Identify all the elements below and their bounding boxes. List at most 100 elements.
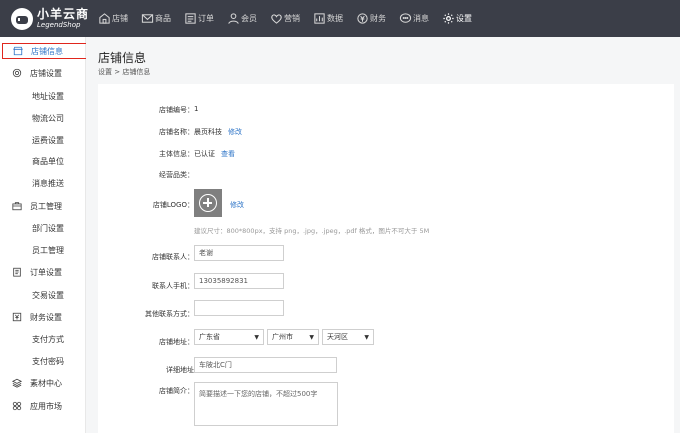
nav-goods-label: 商品 (155, 14, 171, 23)
gear-icon (12, 68, 22, 78)
document-icon (185, 13, 196, 24)
nav-settings-label: 设置 (456, 14, 472, 23)
category-label: 经营品类： (159, 171, 194, 179)
sidebar-item-label: 素材中心 (30, 378, 62, 388)
sidebar-item-label: 商品单位 (32, 156, 64, 166)
shop-icon (13, 46, 23, 56)
sidebar: 店铺信息 店铺设置 地址设置 物流公司 运费设置 商品单位 消息推送 员工管理 … (0, 37, 88, 433)
sidebar-item-label: 员工管理 (30, 201, 62, 211)
chart-icon (314, 13, 325, 24)
breadcrumb: 设置 > 店铺信息 (98, 68, 151, 76)
detail-address-label: 详细地址 (166, 366, 194, 374)
sheep-logo-icon (11, 7, 33, 30)
nav-finance-label: 财务 (370, 14, 386, 23)
sidebar-item-label: 财务设置 (30, 312, 62, 322)
top-navbar: 小羊云商 LegendShop 店铺 商品 订单 会员 营销 数据 财务 消息 … (0, 0, 680, 37)
view-subject-link[interactable]: 查看 (221, 150, 235, 158)
shop-no-value: 1 (194, 105, 199, 113)
city-select[interactable]: 广州市 ▼ (267, 329, 319, 345)
user-icon (228, 13, 239, 24)
sidebar-item-label: 地址设置 (32, 91, 64, 101)
yen-icon (12, 312, 22, 322)
sidebar-item-label: 运费设置 (32, 135, 64, 145)
apps-icon (12, 401, 22, 411)
subject-label: 主体信息： (159, 150, 194, 158)
district-value: 天河区 (327, 333, 348, 341)
nav-goods[interactable]: 商品 (141, 0, 171, 37)
sidebar-item-payment-methods[interactable]: 支付方式 (0, 331, 86, 347)
sidebar-item-label: 订单设置 (30, 267, 62, 277)
sidebar-item-payment-password[interactable]: 支付密码 (0, 353, 86, 369)
logo-hint: 建议尺寸：800*800px，支持 png，.jpg，.jpeg，.pdf 格式… (194, 227, 430, 235)
city-value: 广州市 (272, 333, 293, 341)
address-label: 店铺地址： (159, 338, 194, 346)
shop-icon (99, 13, 110, 24)
sidebar-item-label: 支付密码 (32, 356, 64, 366)
nav-finance[interactable]: 财务 (356, 0, 386, 37)
sidebar-item-label: 交易设置 (32, 290, 64, 300)
sidebar-group-finance[interactable]: 财务设置 (0, 309, 86, 325)
sidebar-item-label: 店铺信息 (31, 46, 63, 56)
sidebar-item-address[interactable]: 地址设置 (0, 88, 86, 104)
district-select[interactable]: 天河区 ▼ (322, 329, 374, 345)
sidebar-item-staff[interactable]: 员工管理 (0, 242, 86, 258)
mail-icon (141, 14, 154, 23)
nav-messages[interactable]: 消息 (399, 0, 429, 37)
subject-value: 已认证 (194, 150, 215, 158)
brand-logo[interactable]: 小羊云商 LegendShop (0, 7, 98, 30)
shop-info-form: 店铺编号： 1 店铺名称： 晨页科技 修改 主体信息： 已认证 查看 经营品类： 店… (98, 84, 674, 433)
shop-no-label: 店铺编号： (159, 106, 194, 114)
nav-marketing-label: 营销 (284, 14, 300, 23)
sidebar-item-label: 支付方式 (32, 334, 64, 344)
chat-icon (399, 13, 412, 23)
sidebar-item-units[interactable]: 商品单位 (0, 153, 86, 169)
sidebar-item-trade[interactable]: 交易设置 (0, 287, 86, 303)
sidebar-group-staff[interactable]: 员工管理 (0, 198, 86, 214)
chevron-down-icon: ▼ (364, 333, 369, 341)
sidebar-group-orders[interactable]: 订单设置 (0, 264, 86, 280)
other-contact-input[interactable] (194, 300, 284, 316)
chevron-down-icon: ▼ (254, 333, 259, 341)
sidebar-item-label: 消息推送 (32, 178, 64, 188)
sidebar-item-departments[interactable]: 部门设置 (0, 220, 86, 236)
subject-row: 已认证 查看 (194, 149, 235, 159)
logo-upload-button[interactable] (194, 189, 222, 217)
sidebar-item-push[interactable]: 消息推送 (0, 175, 86, 191)
province-select[interactable]: 广东省 ▼ (194, 329, 264, 345)
sidebar-item-label: 部门设置 (32, 223, 64, 233)
contact-input[interactable]: 老谢 (194, 245, 284, 261)
sidebar-item-label: 物流公司 (32, 113, 64, 123)
nav-members[interactable]: 会员 (227, 0, 257, 37)
phone-label: 联系人手机： (152, 282, 194, 290)
sidebar-item-shop-info[interactable]: 店铺信息 (2, 43, 88, 59)
nav-marketing[interactable]: 营销 (270, 0, 300, 37)
main-nav: 店铺 商品 订单 会员 营销 数据 财务 消息 设置 (98, 0, 485, 37)
sidebar-group-materials[interactable]: 素材中心 (0, 375, 86, 391)
sidebar-item-freight[interactable]: 运费设置 (0, 132, 86, 148)
nav-data[interactable]: 数据 (313, 0, 343, 37)
sidebar-group-shop-settings[interactable]: 店铺设置 (0, 65, 86, 81)
gear-icon (443, 13, 454, 24)
nav-members-label: 会员 (241, 14, 257, 23)
province-value: 广东省 (199, 333, 220, 341)
detail-address-input[interactable]: 车陂北C门 (194, 357, 337, 373)
intro-textarea[interactable]: 简要描述一下您的店铺，不超过500字 (194, 382, 338, 426)
nav-shop-label: 店铺 (112, 14, 128, 23)
shop-name-value: 晨页科技 (194, 128, 222, 136)
chevron-down-icon: ▼ (309, 333, 314, 341)
edit-logo-link[interactable]: 修改 (230, 200, 244, 210)
brand-name-en: LegendShop (37, 21, 81, 29)
edit-shop-name-link[interactable]: 修改 (228, 128, 242, 136)
nav-settings[interactable]: 设置 (442, 0, 472, 37)
sidebar-item-label: 店铺设置 (30, 68, 62, 78)
nav-orders[interactable]: 订单 (184, 0, 214, 37)
plus-icon (199, 194, 217, 212)
brand-name: 小羊云商 (37, 7, 90, 21)
nav-shop[interactable]: 店铺 (98, 0, 128, 37)
other-contact-label: 其他联系方式： (145, 310, 194, 318)
sidebar-group-app-market[interactable]: 应用市场 (0, 398, 86, 414)
phone-input[interactable]: 13035892831 (194, 273, 284, 289)
logo-label: 店铺LOGO： (152, 201, 194, 209)
sidebar-item-label: 员工管理 (32, 245, 64, 255)
sidebar-item-logistics[interactable]: 物流公司 (0, 110, 86, 126)
